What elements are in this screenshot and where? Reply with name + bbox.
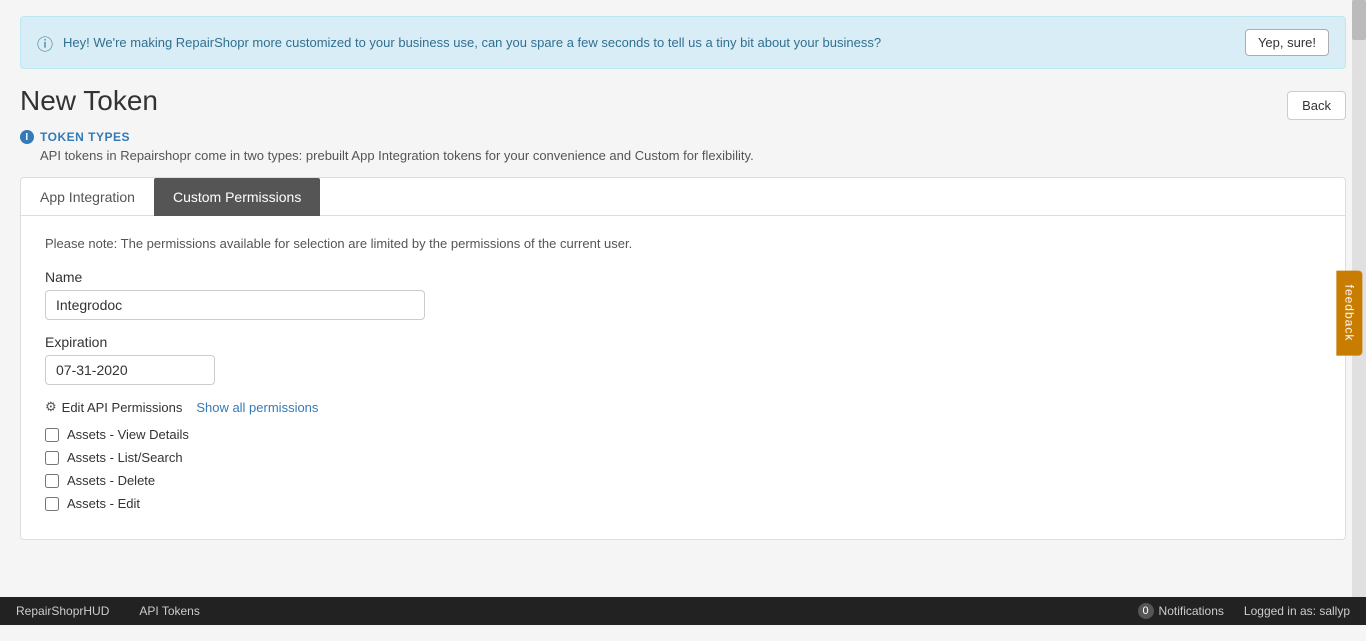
info-icon: ⓘ [37,31,53,55]
tabs-container: App Integration Custom Permissions [21,178,1345,216]
scrollbar-thumb[interactable] [1352,0,1366,40]
name-form-group: Name [45,269,1321,320]
checkbox-assets-delete-input[interactable] [45,474,59,488]
edit-permissions-label: ⚙ Edit API Permissions [45,399,182,415]
notification-banner: ⓘ Hey! We're making RepairShopr more cus… [20,16,1346,69]
checkbox-assets-delete: Assets - Delete [45,473,1321,488]
page-title: New Token [20,85,158,117]
card-content: Please note: The permissions available f… [21,216,1345,539]
expiration-form-group: Expiration [45,334,1321,385]
expiration-label: Expiration [45,334,1321,350]
tab-app-integration[interactable]: App Integration [21,178,154,216]
token-types-description: API tokens in Repairshopr come in two ty… [40,148,1346,163]
checkbox-assets-list-search-input[interactable] [45,451,59,465]
edit-permissions-text: Edit API Permissions [62,400,183,415]
checkbox-assets-edit-input[interactable] [45,497,59,511]
token-types-label: i TOKEN TYPES [20,130,1346,144]
checkbox-assets-list-search-label: Assets - List/Search [67,450,183,465]
permission-note: Please note: The permissions available f… [45,236,1321,251]
show-all-permissions-link[interactable]: Show all permissions [196,400,318,415]
checkbox-assets-view-details: Assets - View Details [45,427,1321,442]
token-types-info-icon: i [20,130,34,144]
yep-sure-button[interactable]: Yep, sure! [1245,29,1329,56]
feedback-button[interactable]: feedback [1337,270,1363,355]
checkbox-assets-view-details-input[interactable] [45,428,59,442]
checkbox-assets-delete-label: Assets - Delete [67,473,155,488]
checkbox-assets-list-search: Assets - List/Search [45,450,1321,465]
name-label: Name [45,269,1321,285]
bottom-bar: RepairShoprHUD API Tokens 0 Notification… [0,597,1366,625]
bottom-bar-section: API Tokens [139,604,229,618]
back-button[interactable]: Back [1287,91,1346,120]
checkbox-assets-edit-label: Assets - Edit [67,496,140,511]
bottom-bar-notifications: 0 Notifications [1138,603,1224,619]
main-card: App Integration Custom Permissions Pleas… [20,177,1346,540]
checkbox-assets-view-details-label: Assets - View Details [67,427,189,442]
name-input[interactable] [45,290,425,320]
expiration-input[interactable] [45,355,215,385]
gear-icon: ⚙ [45,399,57,415]
bottom-bar-app-name: RepairShoprHUD [16,604,139,618]
page-header: New Token Back [20,85,1346,120]
tab-custom-permissions[interactable]: Custom Permissions [154,178,320,216]
notifications-label: Notifications [1159,604,1224,618]
permissions-header: ⚙ Edit API Permissions Show all permissi… [45,399,1321,415]
token-types-section: i TOKEN TYPES API tokens in Repairshopr … [20,130,1346,163]
bottom-bar-logged-in: Logged in as: sallyp [1224,604,1350,618]
notifications-badge: 0 [1138,603,1154,619]
banner-text: Hey! We're making RepairShopr more custo… [63,35,1235,50]
checkbox-assets-edit: Assets - Edit [45,496,1321,511]
token-types-title: TOKEN TYPES [40,130,130,144]
